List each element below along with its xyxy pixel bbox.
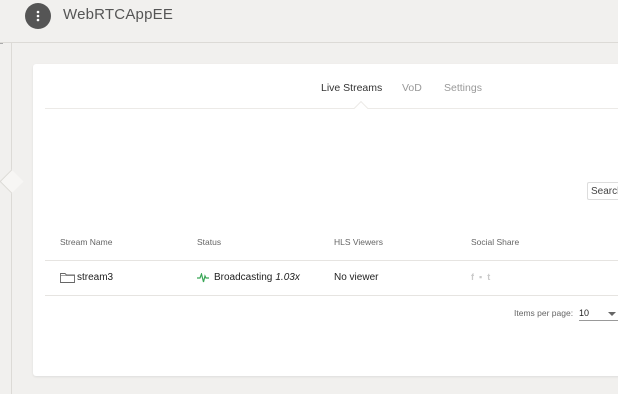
status-text: Broadcasting [214, 272, 273, 283]
column-header-social-share: Social Share [471, 237, 520, 247]
tab-settings[interactable]: Settings [444, 82, 482, 94]
sidebar-marker [0, 43, 3, 44]
menu-button[interactable] [25, 3, 51, 29]
hls-viewers-cell: No viewer [334, 272, 379, 283]
active-tab-caret [353, 100, 369, 116]
table-header: Stream Name Status HLS Viewers Social Sh… [45, 224, 618, 261]
items-per-page-value: 10 [579, 308, 590, 318]
top-bar: WebRTCAppEE [0, 0, 618, 43]
app-title: WebRTCAppEE [63, 6, 174, 23]
twitter-icon[interactable]: t [487, 272, 490, 282]
status-cell: Broadcasting 1.03x [197, 272, 300, 283]
dropdown-arrow-icon [608, 312, 616, 316]
streams-card: Live Streams VoD Settings Stream Name St… [33, 64, 618, 376]
social-share-cell: f ▪ t [471, 272, 490, 282]
column-header-hls-viewers[interactable]: HLS Viewers [334, 237, 383, 247]
more-vert-icon [36, 10, 40, 22]
tab-bar: Live Streams VoD Settings [45, 64, 618, 116]
youtube-icon[interactable]: ▪ [479, 272, 482, 282]
table-row: stream3 Broadcasting 1.03x No viewer f ▪… [45, 261, 618, 296]
broadcast-pulse-icon [197, 272, 209, 282]
column-header-stream-name[interactable]: Stream Name [60, 237, 112, 247]
left-sidebar [0, 43, 12, 394]
stream-speed: 1.03x [275, 272, 300, 283]
tab-vod[interactable]: VoD [402, 82, 422, 94]
column-header-status[interactable]: Status [197, 237, 221, 247]
tab-live-streams[interactable]: Live Streams [321, 82, 382, 94]
facebook-icon[interactable]: f [471, 272, 474, 282]
items-per-page-select[interactable]: 10 [579, 305, 618, 321]
folder-icon [60, 273, 75, 283]
stream-name-cell: stream3 [60, 272, 113, 283]
stream-name[interactable]: stream3 [77, 272, 113, 283]
items-per-page-label: Items per page: [514, 308, 574, 318]
search-input[interactable] [587, 182, 618, 200]
